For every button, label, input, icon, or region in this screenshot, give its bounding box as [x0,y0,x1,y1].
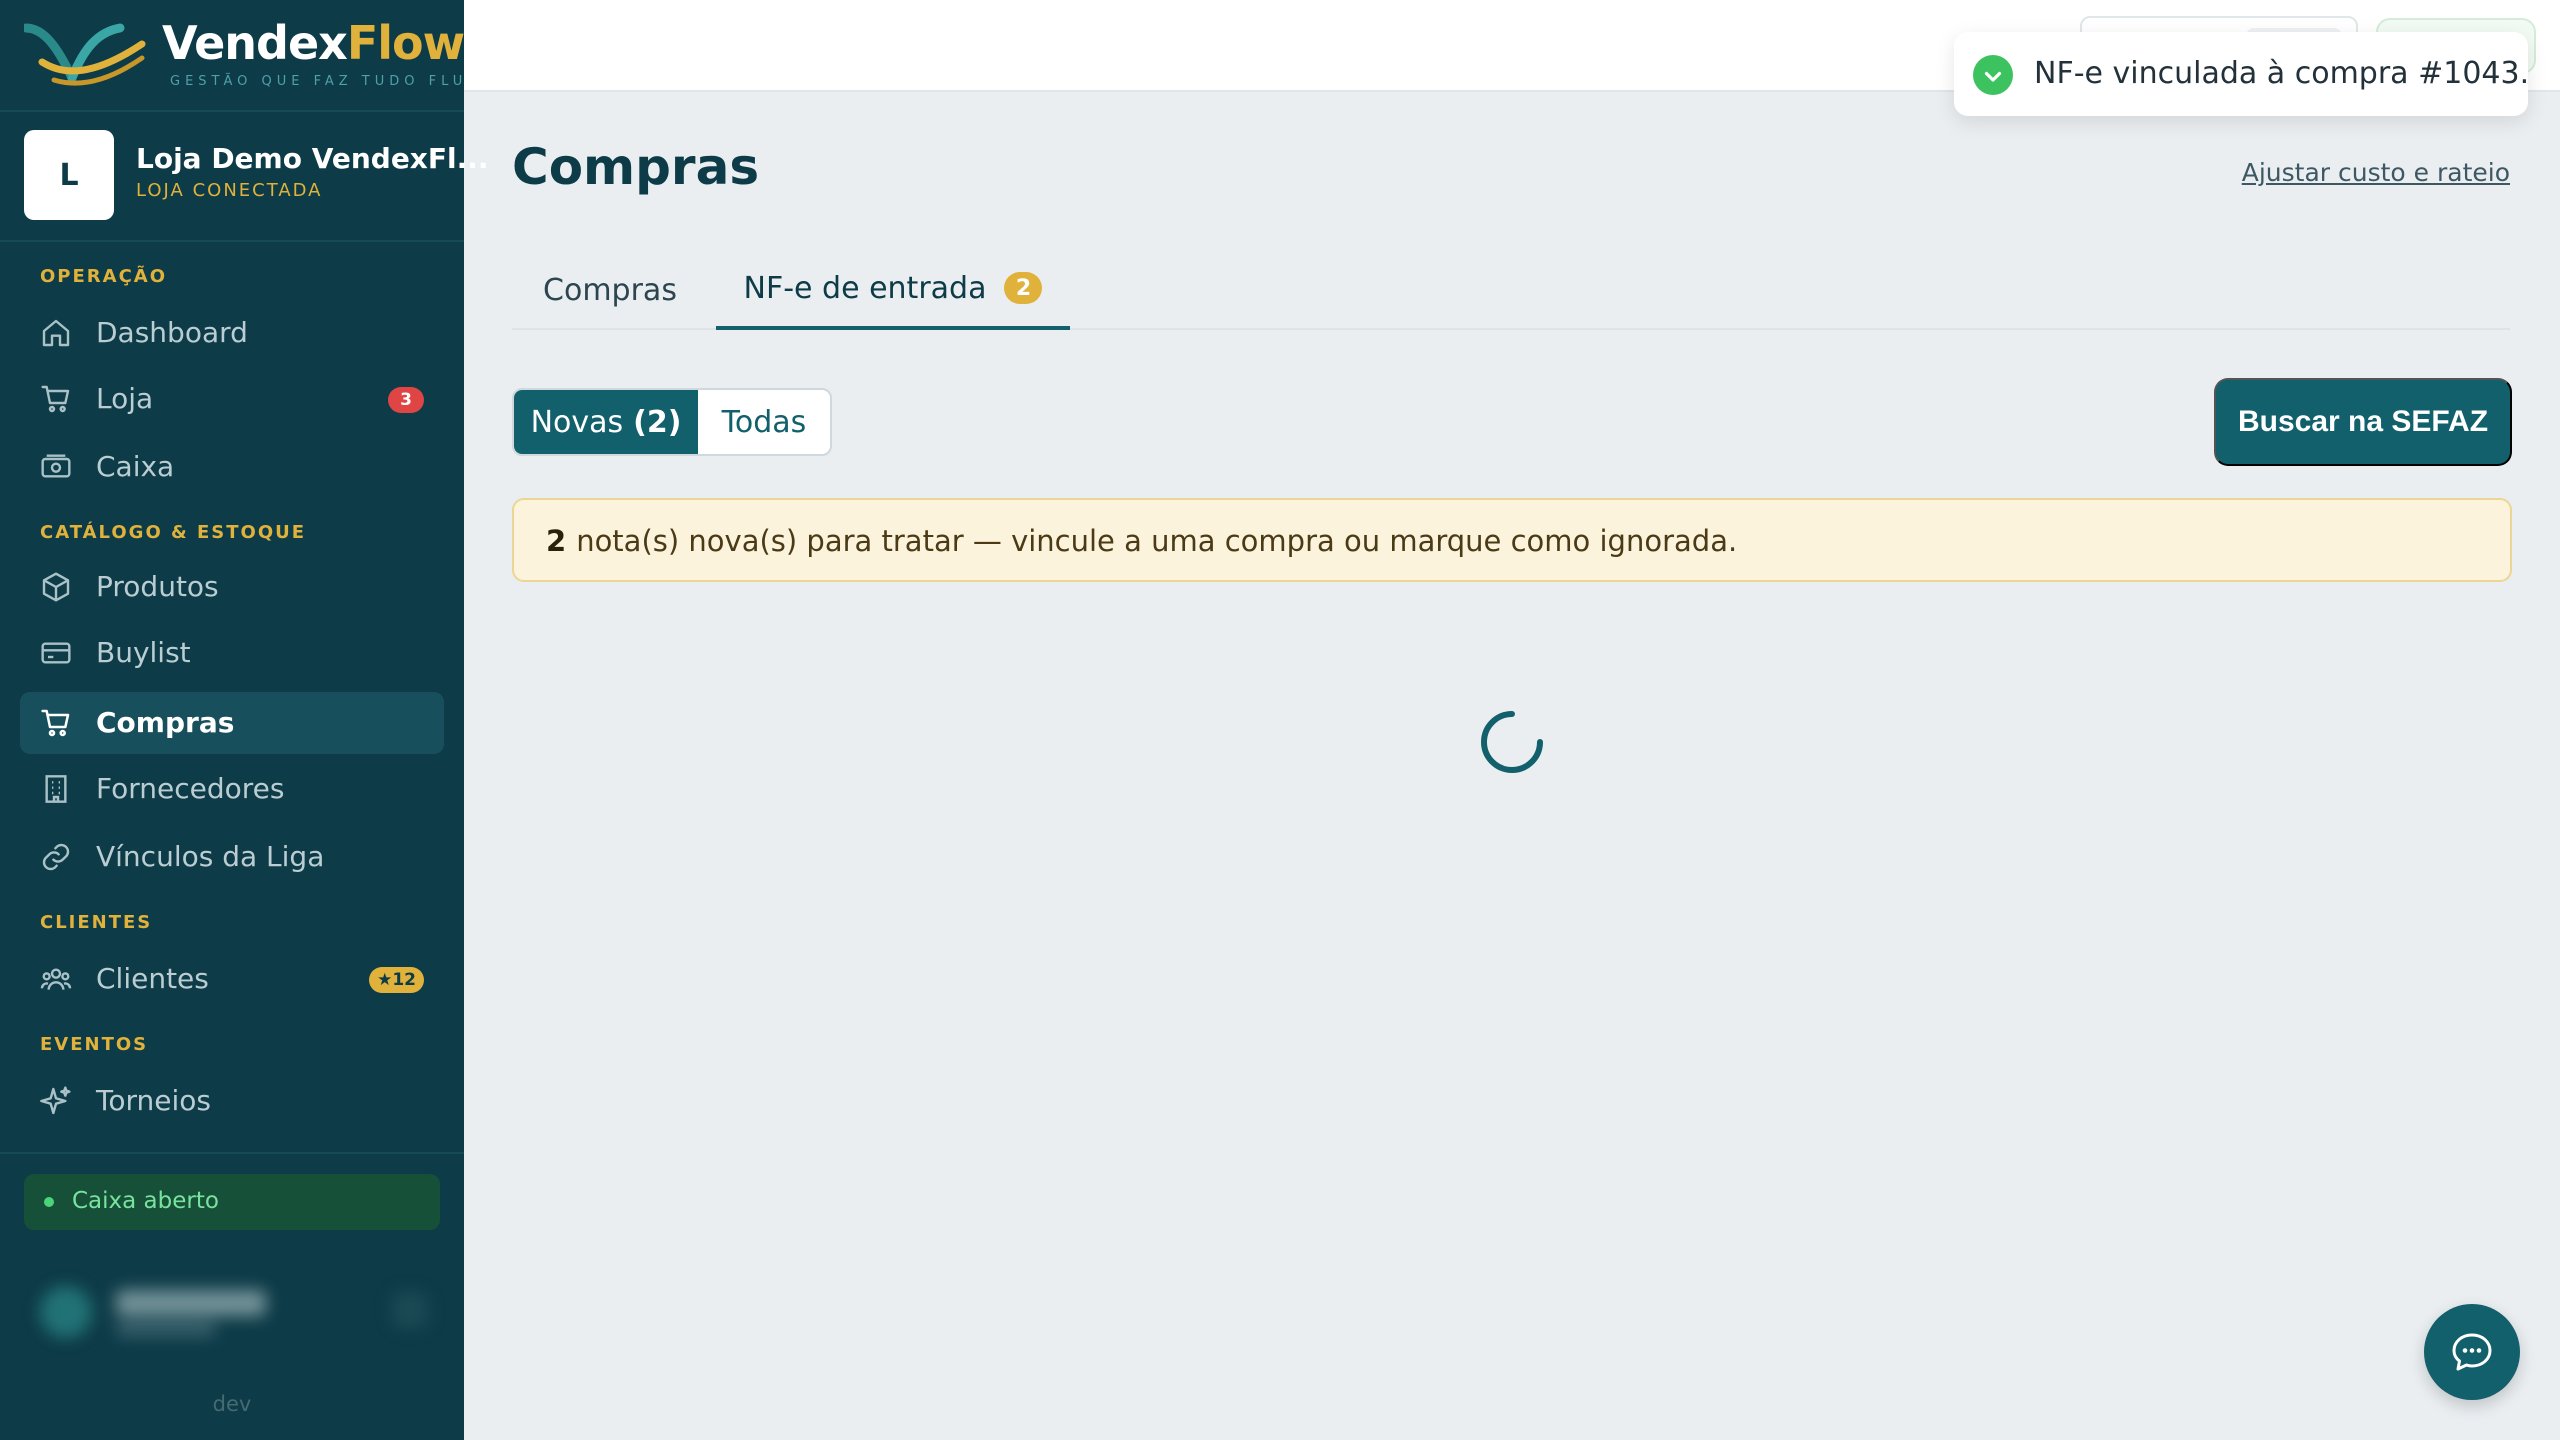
notification-badge: 3 [388,387,424,413]
filter-novas-button[interactable]: Novas (2) [514,390,698,454]
user-profile-blurred[interactable] [24,1270,440,1350]
building-icon [45,775,67,803]
filter-novas-count: (2) [633,404,682,440]
sidebar-item-dashboard[interactable]: Dashboard [20,302,444,364]
link-icon [42,843,70,871]
sidebar-item-label: Caixa [96,450,175,483]
tab-bar: Compras NF-e de entrada 2 [512,250,2510,330]
filter-todas-button[interactable]: Todas [698,390,830,454]
logout-icon[interactable] [392,1292,428,1328]
sidebar-item-buylist[interactable]: Buylist [20,622,444,684]
sidebar-item-label: Compras [96,706,235,739]
avatar [40,1286,92,1338]
nav-section-eventos: EVENTOS [40,1034,149,1055]
sparkle-icon [40,1086,71,1115]
store-name: Loja Demo VendexFl... [136,142,489,175]
notice-count: 2 [546,524,567,558]
status-dot-icon [44,1197,54,1207]
loyalty-badge: ★12 [369,967,424,993]
tab-count-badge: 2 [1004,272,1043,304]
sidebar-item-loja[interactable]: Loja 3 [20,368,444,430]
cash-status-label: Caixa aberto [72,1188,219,1214]
cash-status-pill[interactable]: Caixa aberto [24,1174,440,1230]
sidebar-item-compras[interactable]: Compras [20,692,444,754]
card-icon [41,642,71,664]
tab-label: NF-e de entrada [743,270,987,306]
chat-support-button[interactable] [2424,1304,2520,1400]
store-avatar: L [24,130,114,220]
sidebar-item-clientes[interactable]: Clientes ★12 [20,948,444,1010]
chat-bubble-icon [2452,1333,2492,1371]
page-title: Compras [512,138,760,196]
sidebar-item-fornecedores[interactable]: Fornecedores [20,758,444,820]
sidebar-item-label: Vínculos da Liga [96,840,325,873]
sidebar-item-label: Buylist [96,636,191,669]
divider [0,1152,464,1154]
divider [0,240,464,242]
environment-label: dev [212,1392,252,1416]
brand-name-part2: Flow [346,16,465,70]
loading-spinner-icon [1481,711,1543,773]
filter-novas-label: Novas [530,404,624,440]
filter-segmented-control: Novas (2) Todas [512,388,832,456]
notice-text: 2 nota(s) nova(s) para tratar — vincule a… [546,524,1737,558]
tab-nfe-entrada[interactable]: NF-e de entrada 2 [716,250,1070,330]
nav-section-clientes: CLIENTES [40,912,153,933]
buscar-sefaz-button[interactable]: Buscar na SEFAZ [2214,378,2512,466]
notice-message: nota(s) nova(s) para tratar — vincule a … [576,524,1738,558]
pending-notes-notice: 2 nota(s) nova(s) para tratar — vincule a… [512,498,2512,582]
brand-tagline: GESTÃO QUE FAZ TUDO FLUIR [170,74,491,89]
sidebar-item-label: Produtos [96,570,219,603]
sidebar-item-produtos[interactable]: Produtos [20,556,444,618]
adjust-cost-link[interactable]: Ajustar custo e rateio [2242,158,2510,187]
store-switcher[interactable]: L Loja Demo VendexFl... LOJA CONECTADA [24,130,489,220]
sidebar-item-label: Clientes [96,962,209,995]
sidebar-item-label: Loja [96,382,154,415]
sidebar: VendexFlow GESTÃO QUE FAZ TUDO FLUIR L L… [0,0,489,1440]
cart-icon [41,385,70,413]
cart-icon [41,709,70,737]
store-status: LOJA CONECTADA [136,180,323,201]
nav-section-operacao: OPERAÇÃO [40,266,168,287]
box-icon [42,572,70,602]
home-icon [42,319,70,347]
sidebar-item-torneios[interactable]: Torneios [20,1070,444,1132]
sidebar-item-label: Torneios [96,1084,211,1117]
sidebar-item-label: Dashboard [96,316,248,349]
user-name-redacted [116,1290,266,1316]
tab-label: Compras [543,272,677,308]
cash-icon [41,454,71,478]
nav-section-catalogo: CATÁLOGO & ESTOQUE [40,522,307,543]
brand[interactable]: VendexFlow GESTÃO QUE FAZ TUDO FLUIR [24,14,485,98]
brand-name: VendexFlow [162,16,465,70]
user-email-redacted [116,1322,216,1336]
users-icon [40,968,72,990]
toast-message: NF-e vinculada à compra #1043. [2034,56,2530,91]
sidebar-item-label: Fornecedores [96,772,285,805]
sidebar-item-vinculos-liga[interactable]: Vínculos da Liga [20,826,444,888]
tab-compras[interactable]: Compras [512,250,708,330]
divider [0,110,464,112]
brand-name-part1: Vendex [162,16,348,70]
brand-logo-icon [24,23,146,86]
check-circle-icon [1973,55,2013,95]
sidebar-item-caixa[interactable]: Caixa [20,436,444,498]
toast-notification[interactable]: NF-e vinculada à compra #1043. [1954,32,2530,116]
